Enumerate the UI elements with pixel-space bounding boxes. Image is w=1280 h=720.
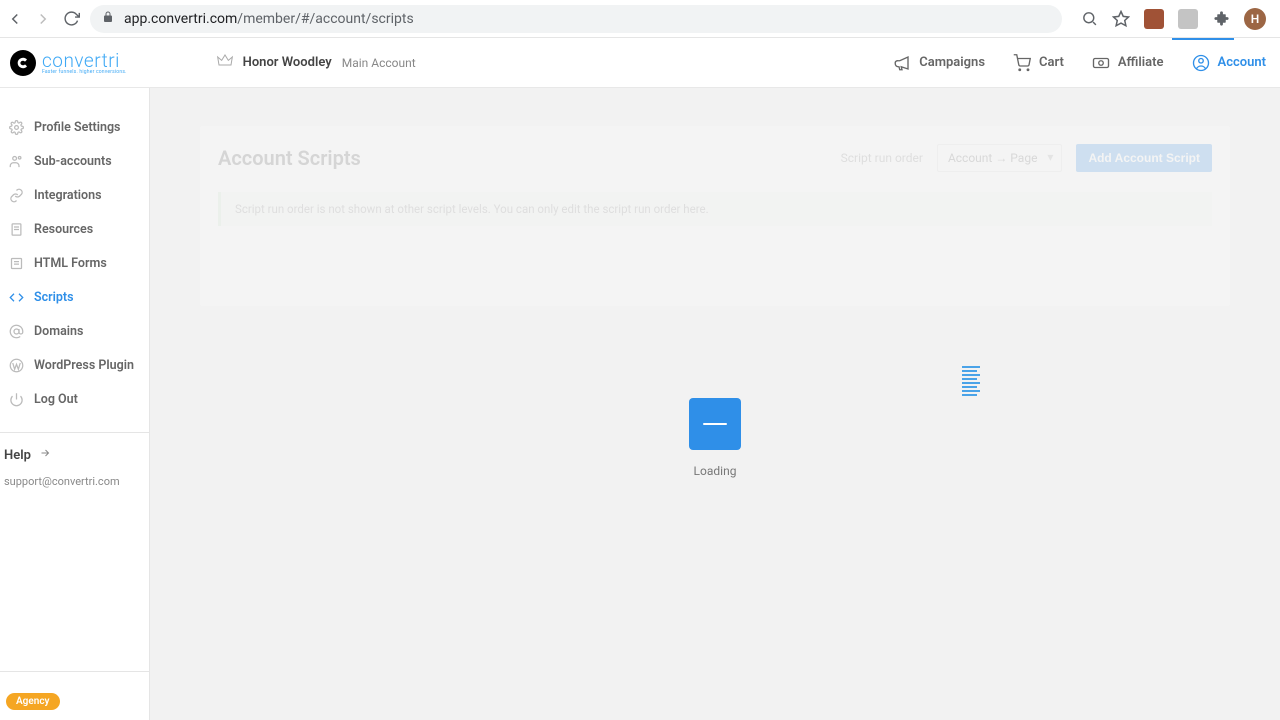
page-icon: [8, 221, 24, 237]
top-nav: Campaigns Cart Affiliate Account: [893, 54, 1266, 72]
sidebar-label: Profile Settings: [34, 120, 121, 135]
user-block[interactable]: Honor Woodley Main Account: [217, 53, 416, 73]
extension-icon-2[interactable]: [1178, 9, 1198, 29]
sidebar-sub-accounts[interactable]: Sub-accounts: [0, 144, 149, 178]
app-header: convertri Faster funnels. higher convers…: [0, 38, 1280, 88]
help-link[interactable]: Help: [0, 433, 149, 467]
power-icon: [8, 391, 24, 407]
sidebar-label: Integrations: [34, 188, 102, 203]
sidebar-label: Sub-accounts: [34, 154, 112, 169]
sidebar-label: WordPress Plugin: [34, 358, 134, 373]
user-name: Honor Woodley: [243, 55, 332, 70]
back-button[interactable]: [6, 10, 24, 28]
zoom-icon[interactable]: [1080, 10, 1098, 28]
sidebar-domains[interactable]: Domains: [0, 314, 149, 348]
crown-icon: [217, 53, 233, 73]
order-label: Script run order: [841, 151, 923, 165]
help-label: Help: [4, 448, 31, 463]
loading-label: Loading: [694, 464, 737, 478]
arrow-right-icon: [39, 447, 51, 463]
decorative-scribble: [962, 366, 980, 398]
code-icon: [8, 289, 24, 305]
logo[interactable]: convertri Faster funnels. higher convers…: [10, 50, 127, 76]
nav-label: Affiliate: [1118, 55, 1164, 70]
nav-label: Campaigns: [919, 55, 985, 70]
divider: [0, 671, 149, 672]
loading-overlay: Loading: [689, 398, 741, 478]
sidebar-resources[interactable]: Resources: [0, 212, 149, 246]
url-text: app.convertri.com/member/#/account/scrip…: [124, 11, 414, 27]
forward-button[interactable]: [34, 10, 52, 28]
chrome-actions: H: [1072, 8, 1274, 30]
gear-icon: [8, 119, 24, 135]
profile-avatar[interactable]: H: [1244, 8, 1266, 30]
main-content: Account Scripts Script run order Account…: [150, 88, 1280, 720]
sidebar-integrations[interactable]: Integrations: [0, 178, 149, 212]
spinner-icon: [689, 398, 741, 450]
lock-icon: [102, 11, 114, 27]
sidebar-html-forms[interactable]: HTML Forms: [0, 246, 149, 280]
extension-icon-1[interactable]: [1144, 9, 1164, 29]
content-card: Account Scripts Script run order Account…: [200, 126, 1230, 306]
sidebar-profile-settings[interactable]: Profile Settings: [0, 110, 149, 144]
nav-label: Account: [1218, 55, 1266, 70]
brand-text: convertri: [42, 51, 127, 70]
sidebar-label: HTML Forms: [34, 256, 107, 271]
user-icon: [1192, 54, 1210, 72]
nav-label: Cart: [1039, 55, 1064, 70]
add-account-script-button[interactable]: Add Account Script: [1076, 144, 1212, 172]
reload-button[interactable]: [62, 10, 80, 28]
sidebar-wordpress[interactable]: WordPress Plugin: [0, 348, 149, 382]
nav-campaigns[interactable]: Campaigns: [893, 54, 985, 72]
info-banner: Script run order is not shown at other s…: [218, 192, 1212, 226]
logo-mark-icon: [10, 50, 36, 76]
nav-affiliate[interactable]: Affiliate: [1092, 54, 1164, 72]
nav-active-indicator: [1172, 38, 1234, 40]
link-icon: [8, 187, 24, 203]
wordpress-icon: [8, 357, 24, 373]
nav-account[interactable]: Account: [1192, 54, 1266, 72]
cart-icon: [1013, 54, 1031, 72]
star-icon[interactable]: [1112, 10, 1130, 28]
at-icon: [8, 323, 24, 339]
account-label: Main Account: [342, 56, 416, 70]
sidebar-label: Log Out: [34, 392, 78, 407]
megaphone-icon: [893, 54, 911, 72]
order-select[interactable]: Account → Page: [937, 144, 1063, 172]
agency-badge: Agency: [6, 693, 60, 710]
extensions-icon[interactable]: [1212, 10, 1230, 28]
sidebar-label: Scripts: [34, 290, 74, 305]
browser-toolbar: app.convertri.com/member/#/account/scrip…: [0, 0, 1280, 38]
sidebar-logout[interactable]: Log Out: [0, 382, 149, 416]
address-bar[interactable]: app.convertri.com/member/#/account/scrip…: [90, 5, 1062, 33]
page-title: Account Scripts: [218, 146, 361, 170]
sidebar-scripts[interactable]: Scripts: [0, 280, 149, 314]
form-icon: [8, 255, 24, 271]
sidebar-label: Domains: [34, 324, 83, 339]
users-icon: [8, 153, 24, 169]
support-email[interactable]: support@convertri.com: [0, 467, 149, 496]
money-icon: [1092, 54, 1110, 72]
brand-tagline: Faster funnels. higher conversions.: [42, 70, 127, 75]
sidebar-label: Resources: [34, 222, 93, 237]
nav-cart[interactable]: Cart: [1013, 54, 1064, 72]
sidebar: Profile Settings Sub-accounts Integratio…: [0, 88, 150, 720]
